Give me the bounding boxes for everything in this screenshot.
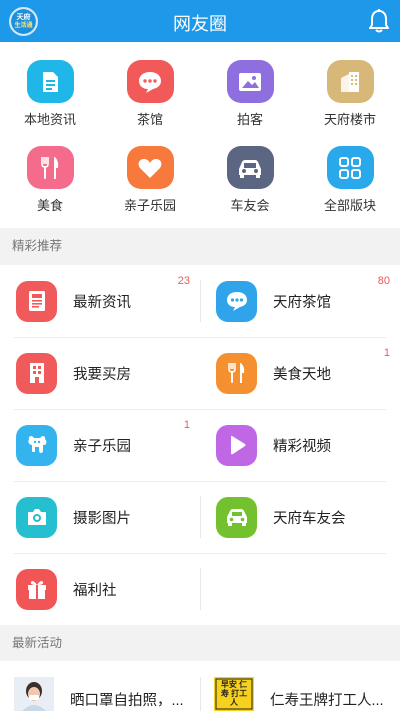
quick-nav-label: 本地资讯 — [23, 112, 76, 127]
featured-heading: 精彩推荐 — [0, 228, 400, 264]
forum-item-label: 亲子乐园 — [73, 438, 131, 455]
post-count-badge: 1 — [383, 347, 390, 359]
chat-bubble-icon — [216, 280, 257, 322]
car-icon — [226, 146, 274, 189]
top-bar: 天府 生活通 网友圈 — [0, 0, 400, 42]
gift-icon — [16, 568, 57, 610]
car-icon — [216, 496, 257, 538]
camera-icon — [16, 496, 57, 538]
poster-text: 早安 仁寿 打工人 — [220, 680, 248, 707]
forum-item-label: 天府茶馆 — [273, 294, 331, 311]
activities-heading: 最新活动 — [0, 625, 400, 661]
quick-nav-all-boards[interactable]: 全部版块 — [300, 128, 400, 214]
activity-item[interactable]: 早安 仁寿 打工人 仁寿王牌打工人... — [200, 661, 400, 711]
fork-knife-icon — [26, 146, 74, 189]
activity-title: 仁寿王牌打工人... — [270, 693, 384, 709]
quick-nav-label: 天府楼市 — [323, 112, 376, 127]
forum-item-videos[interactable]: 精彩视频 — [200, 409, 400, 481]
post-count-badge: 1 — [183, 419, 190, 431]
chat-bubble-icon — [126, 60, 174, 103]
forum-item-welfare[interactable]: 福利社 — [0, 553, 200, 625]
mask-selfie-thumbnail — [14, 677, 54, 711]
quick-nav-label: 美食 — [36, 198, 63, 213]
quick-nav-car-club[interactable]: 车友会 — [200, 128, 300, 214]
document-icon — [26, 60, 74, 103]
forum-item-family-park[interactable]: 亲子乐园 1 — [0, 409, 200, 481]
forum-item-latest-news[interactable]: 最新资讯 23 — [0, 265, 200, 337]
post-count-badge: 80 — [377, 275, 390, 287]
activity-title: 晒口罩自拍照，... — [70, 693, 184, 709]
forum-item-label: 最新资讯 — [73, 294, 131, 311]
forum-item-label: 精彩视频 — [273, 438, 331, 455]
quick-nav-label: 拍客 — [236, 112, 263, 127]
forum-item-teahouse[interactable]: 天府茶馆 80 — [200, 265, 400, 337]
quick-nav-label: 亲子乐园 — [123, 198, 176, 213]
activity-list: 晒口罩自拍照，... 早安 仁寿 打工人 仁寿王牌打工人... — [0, 661, 400, 711]
page-title: 网友圈 — [173, 14, 227, 34]
news-icon — [16, 280, 57, 322]
quick-nav-food[interactable]: 美食 — [0, 128, 100, 214]
elephant-icon — [16, 424, 57, 466]
forum-item-label: 摄影图片 — [73, 510, 131, 527]
forum-item-photography[interactable]: 摄影图片 — [0, 481, 200, 553]
building-icon — [16, 352, 57, 394]
forum-item-buy-house[interactable]: 我要买房 — [0, 337, 200, 409]
building-icon — [326, 60, 374, 103]
quick-nav-grid: 本地资讯 茶馆 拍客 天府楼市 美食 亲子乐园 车友会 全部版块 — [0, 42, 400, 228]
poster-thumbnail: 早安 仁寿 打工人 — [214, 677, 254, 711]
post-count-badge: 23 — [177, 275, 190, 287]
forum-item-label: 天府车友会 — [273, 510, 346, 527]
quick-nav-local-news[interactable]: 本地资讯 — [0, 42, 100, 128]
forum-item-label: 福利社 — [73, 582, 117, 599]
image-icon — [226, 60, 274, 103]
quick-nav-real-estate[interactable]: 天府楼市 — [300, 42, 400, 128]
quick-nav-teahouse[interactable]: 茶馆 — [100, 42, 200, 128]
quick-nav-label: 车友会 — [230, 198, 270, 213]
quick-nav-photographer[interactable]: 拍客 — [200, 42, 300, 128]
bell-icon[interactable] — [368, 8, 390, 34]
forum-item-food-world[interactable]: 美食天地 1 — [200, 337, 400, 409]
activity-item[interactable]: 晒口罩自拍照，... — [0, 661, 200, 711]
quick-nav-label: 全部版块 — [323, 198, 376, 213]
grid-icon — [326, 146, 374, 189]
forum-item-label: 美食天地 — [273, 366, 331, 383]
quick-nav-family-park[interactable]: 亲子乐园 — [100, 128, 200, 214]
quick-nav-label: 茶馆 — [136, 112, 163, 127]
fork-knife-icon — [216, 352, 257, 394]
column-divider — [200, 568, 201, 610]
featured-forum-list: 最新资讯 23 天府茶馆 80 我要买房 美食天地 1 亲子乐园 1 精彩视频 … — [0, 265, 400, 625]
heart-icon — [126, 146, 174, 189]
forum-item-label: 我要买房 — [73, 366, 131, 383]
play-icon — [216, 424, 257, 466]
forum-item-car-club[interactable]: 天府车友会 — [200, 481, 400, 553]
